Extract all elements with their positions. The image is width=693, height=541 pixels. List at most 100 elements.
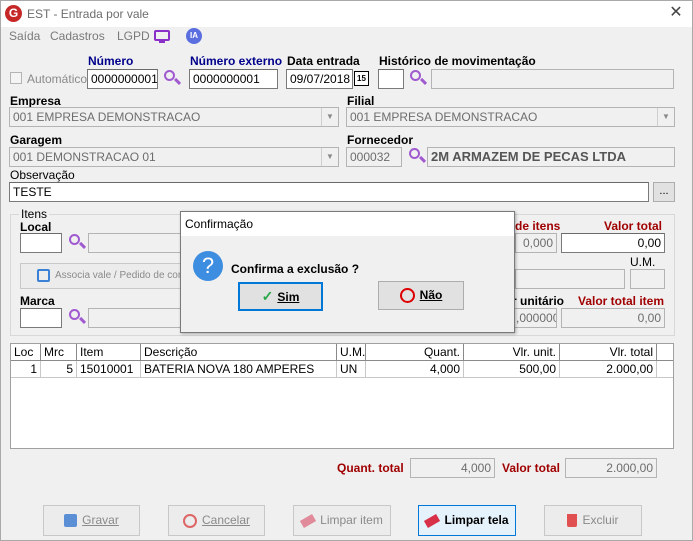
marca-desc-field — [88, 308, 188, 328]
menu-saida[interactable]: Saída — [9, 29, 40, 43]
window-title: EST - Entrada por vale — [27, 7, 149, 21]
cell-um: UN — [337, 361, 366, 378]
valor-unitario-label: r unitário — [512, 294, 565, 308]
confirmation-dialog: Confirmação ? Confirma a exclusão ? ✓ Sim… — [180, 211, 515, 333]
valor-total-item-field: 0,00 — [561, 308, 665, 328]
data-entrada-label: Data entrada — [287, 54, 360, 68]
dialog-message: Confirma a exclusão ? — [231, 262, 360, 276]
col-vlr-unit[interactable]: Vlr. unit. — [464, 344, 560, 361]
filial-select[interactable]: 001 EMPRESA DEMONSTRACAO — [346, 107, 675, 127]
col-quant[interactable]: Quant. — [366, 344, 464, 361]
fornecedor-search-icon[interactable] — [408, 147, 427, 165]
empresa-select[interactable]: 001 EMPRESA DEMONSTRACAO — [9, 107, 339, 127]
cell-item: 15010001 — [77, 361, 141, 378]
limpar-item-button[interactable]: Limpar item — [293, 505, 391, 536]
fornecedor-code-field[interactable]: 000032 — [346, 147, 402, 167]
empresa-chevron-down-icon[interactable]: ▼ — [321, 108, 338, 126]
check-icon: ✓ — [261, 288, 274, 304]
monitor-stand — [159, 41, 165, 43]
limpar-tela-label: Limpar tela — [444, 513, 509, 527]
observacao-ellipsis-button[interactable]: ... — [653, 182, 675, 202]
col-um[interactable]: U.M. — [337, 344, 366, 361]
gravar-button[interactable]: Gravar — [43, 505, 140, 536]
local-search-icon[interactable] — [68, 233, 87, 251]
filial-chevron-down-icon[interactable]: ▼ — [657, 108, 674, 126]
menu-lgpd[interactable]: LGPD — [117, 29, 150, 43]
historico-label: Histórico de movimentação — [379, 54, 536, 68]
valor-total-item-label: Valor total item — [578, 294, 665, 308]
col-descricao[interactable]: Descrição — [141, 344, 337, 361]
local-label: Local — [20, 220, 52, 234]
items-table[interactable]: Loc Mrc Item Descrição U.M. Quant. Vlr. … — [10, 343, 674, 449]
valor-total-label: Valor total — [604, 219, 663, 233]
marca-field[interactable] — [20, 308, 62, 328]
calendar-icon[interactable]: 15 — [354, 71, 369, 86]
filial-label: Filial — [347, 94, 375, 108]
ia-icon[interactable]: IA — [186, 28, 202, 44]
stop-icon — [399, 288, 415, 304]
valor-total-footer-label: Valor total — [502, 461, 561, 475]
qtd-itens-field: 0,000 — [515, 233, 557, 253]
sim-button[interactable]: ✓ Sim — [238, 282, 323, 311]
trash-icon — [567, 514, 578, 528]
cell-descricao: BATERIA NOVA 180 AMPERES — [141, 361, 337, 378]
local-field[interactable] — [20, 233, 62, 253]
sim-label: Sim — [277, 290, 300, 304]
close-icon[interactable]: ✕ — [665, 3, 687, 23]
um-field — [630, 269, 665, 289]
historico-search-icon[interactable] — [409, 69, 428, 87]
nao-label: Não — [419, 288, 443, 302]
quant-total-label: Quant. total — [337, 461, 404, 475]
um-label: U.M. — [630, 255, 656, 269]
cancelar-button[interactable]: Cancelar — [168, 505, 265, 536]
associa-vale-label: Associa vale / Pedido de com — [55, 270, 187, 281]
col-vlr-total[interactable]: Vlr. total — [560, 344, 657, 361]
question-icon: ? — [193, 251, 223, 281]
numero-externo-label: Número externo — [190, 54, 283, 68]
garagem-label: Garagem — [10, 133, 63, 147]
menu-cadastros[interactable]: Cadastros — [50, 29, 105, 43]
observacao-field[interactable]: TESTE — [9, 182, 649, 202]
excluir-button[interactable]: Excluir — [544, 505, 642, 536]
limpar-tela-button[interactable]: Limpar tela — [418, 505, 516, 536]
marca-search-icon[interactable] — [68, 308, 87, 326]
historico-code-field[interactable] — [378, 69, 404, 89]
cell-loc: 1 — [11, 361, 41, 378]
cell-quant: 4,000 — [366, 361, 464, 378]
col-mrc[interactable]: Mrc — [41, 344, 77, 361]
limpar-item-label: Limpar item — [320, 513, 383, 527]
table-header: Loc Mrc Item Descrição U.M. Quant. Vlr. … — [11, 344, 673, 361]
eraser-icon — [424, 513, 441, 528]
data-entrada-field[interactable]: 09/07/2018 — [286, 69, 353, 89]
numero-externo-field[interactable]: 0000000001 — [189, 69, 278, 89]
garagem-chevron-down-icon[interactable]: ▼ — [321, 148, 338, 166]
col-loc[interactable]: Loc — [11, 344, 41, 361]
numero-search-icon[interactable] — [163, 69, 182, 87]
nao-button[interactable]: Não — [378, 281, 464, 310]
cell-vlr-total: 2.000,00 — [560, 361, 657, 378]
empresa-label: Empresa — [10, 94, 61, 108]
valor-total-field[interactable]: 0,00 — [561, 233, 665, 253]
numero-field[interactable]: 0000000001 — [87, 69, 158, 89]
associa-vale-button[interactable]: Associa vale / Pedido de com — [20, 263, 187, 289]
fornecedor-label: Fornecedor — [347, 133, 414, 147]
cancelar-label: Cancelar — [201, 513, 251, 527]
monitor-icon[interactable] — [154, 30, 170, 41]
valor-unitario-field: ,0000000 — [512, 308, 557, 328]
col-item[interactable]: Item — [77, 344, 141, 361]
eraser-icon — [300, 513, 317, 528]
quant-total-field: 4,000 — [410, 458, 495, 478]
cell-vlr-unit: 500,00 — [464, 361, 560, 378]
title-bar: G EST - Entrada por vale ✕ — [1, 1, 692, 27]
table-row[interactable]: 1 5 15010001 BATERIA NOVA 180 AMPERES UN… — [11, 361, 673, 378]
copy-icon — [37, 268, 50, 282]
app-logo-icon: G — [5, 5, 22, 22]
main-window: G EST - Entrada por vale ✕ Saída Cadastr… — [0, 0, 693, 541]
observacao-label: Observação — [10, 168, 75, 182]
cell-mrc: 5 — [41, 361, 77, 378]
numero-label: Número — [88, 54, 134, 68]
garagem-select[interactable]: 001 DEMONSTRACAO 01 — [9, 147, 339, 167]
automatico-checkbox[interactable] — [10, 72, 22, 84]
dialog-title: Confirmação — [181, 212, 514, 236]
excluir-label: Excluir — [582, 513, 619, 527]
